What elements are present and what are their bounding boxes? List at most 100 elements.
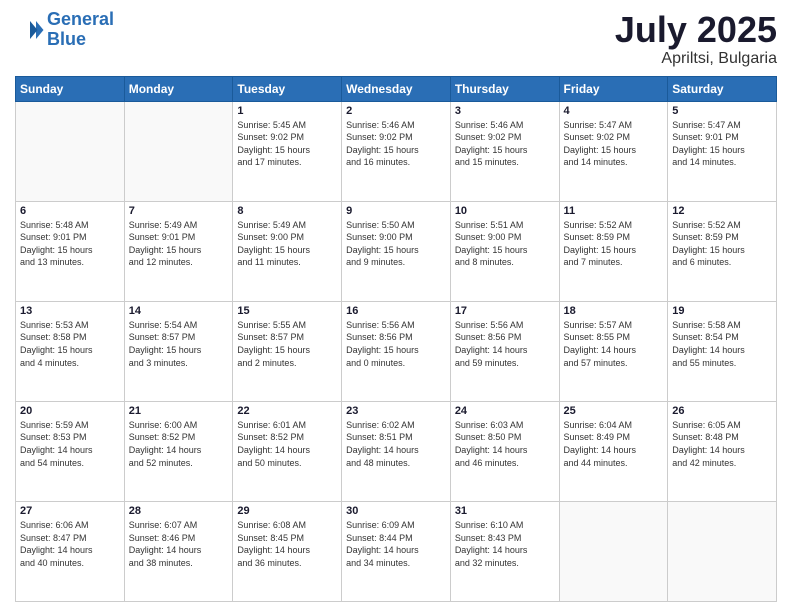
- calendar-week-4: 20 Sunrise: 5:59 AMSunset: 8:53 PMDayligh…: [16, 401, 777, 501]
- day-number: 13: [20, 305, 120, 317]
- day-number: 22: [237, 405, 337, 417]
- day-number: 9: [346, 205, 446, 217]
- location: Apriltsi, Bulgaria: [615, 50, 777, 68]
- day-info: Sunrise: 6:10 AMSunset: 8:43 PMDaylight:…: [455, 519, 555, 569]
- day-number: 16: [346, 305, 446, 317]
- calendar-cell: 14Sunrise: 5:54 AMSunset: 8:57 PMDayligh…: [124, 301, 233, 401]
- day-number: 15: [237, 305, 337, 317]
- day-number: 20: [20, 405, 120, 417]
- calendar-cell: 26Sunrise: 6:05 AMSunset: 8:48 PMDayligh…: [668, 401, 777, 501]
- calendar-week-5: 27 Sunrise: 6:06 AMSunset: 8:47 PMDayligh…: [16, 501, 777, 601]
- day-info: Sunrise: 5:51 AMSunset: 9:00 PMDaylight:…: [455, 219, 555, 269]
- day-number: 12: [672, 205, 772, 217]
- calendar-cell: 3Sunrise: 5:46 AMSunset: 9:02 PMDaylight…: [450, 101, 559, 201]
- col-saturday: Saturday: [668, 76, 777, 101]
- day-number: 31: [455, 505, 555, 517]
- day-number: 24: [455, 405, 555, 417]
- calendar-cell: 13 Sunrise: 5:53 AMSunset: 8:58 PMDayligh…: [16, 301, 125, 401]
- calendar-cell: 24 Sunrise: 6:03 AMSunset: 8:50 PMDayligh…: [450, 401, 559, 501]
- day-info: Sunrise: 6:06 AMSunset: 8:47 PMDaylight:…: [20, 519, 120, 569]
- title-block: July 2025 Apriltsi, Bulgaria: [615, 10, 777, 68]
- calendar-cell: 25Sunrise: 6:04 AMSunset: 8:49 PMDayligh…: [559, 401, 668, 501]
- calendar-cell: 28 Sunrise: 6:07 AMSunset: 8:46 PMDayligh…: [124, 501, 233, 601]
- day-info: Sunrise: 5:47 AMSunset: 9:01 PMDaylight:…: [672, 119, 772, 169]
- month-title: July 2025: [615, 10, 777, 50]
- day-number: 30: [346, 505, 446, 517]
- calendar-cell: 16 Sunrise: 5:56 AMSunset: 8:56 PMDayligh…: [342, 301, 451, 401]
- day-number: 25: [564, 405, 664, 417]
- calendar-cell: 23Sunrise: 6:02 AMSunset: 8:51 PMDayligh…: [342, 401, 451, 501]
- day-number: 21: [129, 405, 229, 417]
- day-info: Sunrise: 5:56 AMSunset: 8:56 PMDaylight:…: [346, 319, 446, 369]
- day-info: Sunrise: 6:03 AMSunset: 8:50 PMDaylight:…: [455, 419, 555, 469]
- col-monday: Monday: [124, 76, 233, 101]
- calendar-cell: 20 Sunrise: 5:59 AMSunset: 8:53 PMDayligh…: [16, 401, 125, 501]
- day-info: Sunrise: 6:07 AMSunset: 8:46 PMDaylight:…: [129, 519, 229, 569]
- day-info: Sunrise: 5:58 AMSunset: 8:54 PMDaylight:…: [672, 319, 772, 369]
- logo: General Blue: [15, 10, 114, 50]
- col-sunday: Sunday: [16, 76, 125, 101]
- calendar-cell: 5Sunrise: 5:47 AMSunset: 9:01 PMDaylight…: [668, 101, 777, 201]
- day-info: Sunrise: 5:52 AMSunset: 8:59 PMDaylight:…: [564, 219, 664, 269]
- day-number: 6: [20, 205, 120, 217]
- calendar-cell: 27 Sunrise: 6:06 AMSunset: 8:47 PMDayligh…: [16, 501, 125, 601]
- day-info: Sunrise: 5:57 AMSunset: 8:55 PMDaylight:…: [564, 319, 664, 369]
- calendar-cell: 10 Sunrise: 5:51 AMSunset: 9:00 PMDayligh…: [450, 201, 559, 301]
- day-number: 29: [237, 505, 337, 517]
- calendar-cell: 7 Sunrise: 5:49 AMSunset: 9:01 PMDaylight…: [124, 201, 233, 301]
- calendar-cell: [16, 101, 125, 201]
- day-info: Sunrise: 5:45 AMSunset: 9:02 PMDaylight:…: [237, 119, 337, 169]
- day-info: Sunrise: 5:47 AMSunset: 9:02 PMDaylight:…: [564, 119, 664, 169]
- day-number: 7: [129, 205, 229, 217]
- day-number: 28: [129, 505, 229, 517]
- calendar-cell: 11 Sunrise: 5:52 AMSunset: 8:59 PMDayligh…: [559, 201, 668, 301]
- col-thursday: Thursday: [450, 76, 559, 101]
- calendar-cell: 2Sunrise: 5:46 AMSunset: 9:02 PMDaylight…: [342, 101, 451, 201]
- calendar-cell: 31 Sunrise: 6:10 AMSunset: 8:43 PMDayligh…: [450, 501, 559, 601]
- calendar-cell: [668, 501, 777, 601]
- day-number: 8: [237, 205, 337, 217]
- calendar-cell: 18 Sunrise: 5:57 AMSunset: 8:55 PMDayligh…: [559, 301, 668, 401]
- day-info: Sunrise: 5:54 AMSunset: 8:57 PMDaylight:…: [129, 319, 229, 369]
- day-number: 17: [455, 305, 555, 317]
- day-number: 26: [672, 405, 772, 417]
- calendar-cell: 6Sunrise: 5:48 AMSunset: 9:01 PMDaylight…: [16, 201, 125, 301]
- calendar-header-row: Sunday Monday Tuesday Wednesday Thursday…: [16, 76, 777, 101]
- day-info: Sunrise: 6:08 AMSunset: 8:45 PMDaylight:…: [237, 519, 337, 569]
- calendar-cell: 29 Sunrise: 6:08 AMSunset: 8:45 PMDayligh…: [233, 501, 342, 601]
- logo-icon: [15, 15, 45, 45]
- day-number: 1: [237, 105, 337, 117]
- day-info: Sunrise: 5:46 AMSunset: 9:02 PMDaylight:…: [346, 119, 446, 169]
- day-info: Sunrise: 5:52 AMSunset: 8:59 PMDaylight:…: [672, 219, 772, 269]
- day-number: 19: [672, 305, 772, 317]
- calendar-cell: 19 Sunrise: 5:58 AMSunset: 8:54 PMDayligh…: [668, 301, 777, 401]
- calendar-table: Sunday Monday Tuesday Wednesday Thursday…: [15, 76, 777, 602]
- day-info: Sunrise: 5:50 AMSunset: 9:00 PMDaylight:…: [346, 219, 446, 269]
- day-info: Sunrise: 5:49 AMSunset: 9:01 PMDaylight:…: [129, 219, 229, 269]
- calendar-cell: [559, 501, 668, 601]
- calendar-cell: 8Sunrise: 5:49 AMSunset: 9:00 PMDaylight…: [233, 201, 342, 301]
- day-info: Sunrise: 5:59 AMSunset: 8:53 PMDaylight:…: [20, 419, 120, 469]
- header: General Blue July 2025 Apriltsi, Bulgari…: [15, 10, 777, 68]
- calendar-cell: 12 Sunrise: 5:52 AMSunset: 8:59 PMDayligh…: [668, 201, 777, 301]
- logo-line2: Blue: [47, 29, 86, 49]
- day-info: Sunrise: 6:01 AMSunset: 8:52 PMDaylight:…: [237, 419, 337, 469]
- day-number: 27: [20, 505, 120, 517]
- calendar-cell: 30Sunrise: 6:09 AMSunset: 8:44 PMDayligh…: [342, 501, 451, 601]
- day-info: Sunrise: 6:00 AMSunset: 8:52 PMDaylight:…: [129, 419, 229, 469]
- day-info: Sunrise: 5:55 AMSunset: 8:57 PMDaylight:…: [237, 319, 337, 369]
- calendar-cell: 4 Sunrise: 5:47 AMSunset: 9:02 PMDaylight…: [559, 101, 668, 201]
- col-friday: Friday: [559, 76, 668, 101]
- calendar-cell: 21 Sunrise: 6:00 AMSunset: 8:52 PMDayligh…: [124, 401, 233, 501]
- day-number: 11: [564, 205, 664, 217]
- calendar-cell: 1 Sunrise: 5:45 AMSunset: 9:02 PMDaylight…: [233, 101, 342, 201]
- col-wednesday: Wednesday: [342, 76, 451, 101]
- day-number: 18: [564, 305, 664, 317]
- calendar-cell: 9 Sunrise: 5:50 AMSunset: 9:00 PMDaylight…: [342, 201, 451, 301]
- day-number: 3: [455, 105, 555, 117]
- day-info: Sunrise: 5:53 AMSunset: 8:58 PMDaylight:…: [20, 319, 120, 369]
- day-info: Sunrise: 5:56 AMSunset: 8:56 PMDaylight:…: [455, 319, 555, 369]
- day-number: 10: [455, 205, 555, 217]
- day-number: 4: [564, 105, 664, 117]
- calendar-cell: 15 Sunrise: 5:55 AMSunset: 8:57 PMDayligh…: [233, 301, 342, 401]
